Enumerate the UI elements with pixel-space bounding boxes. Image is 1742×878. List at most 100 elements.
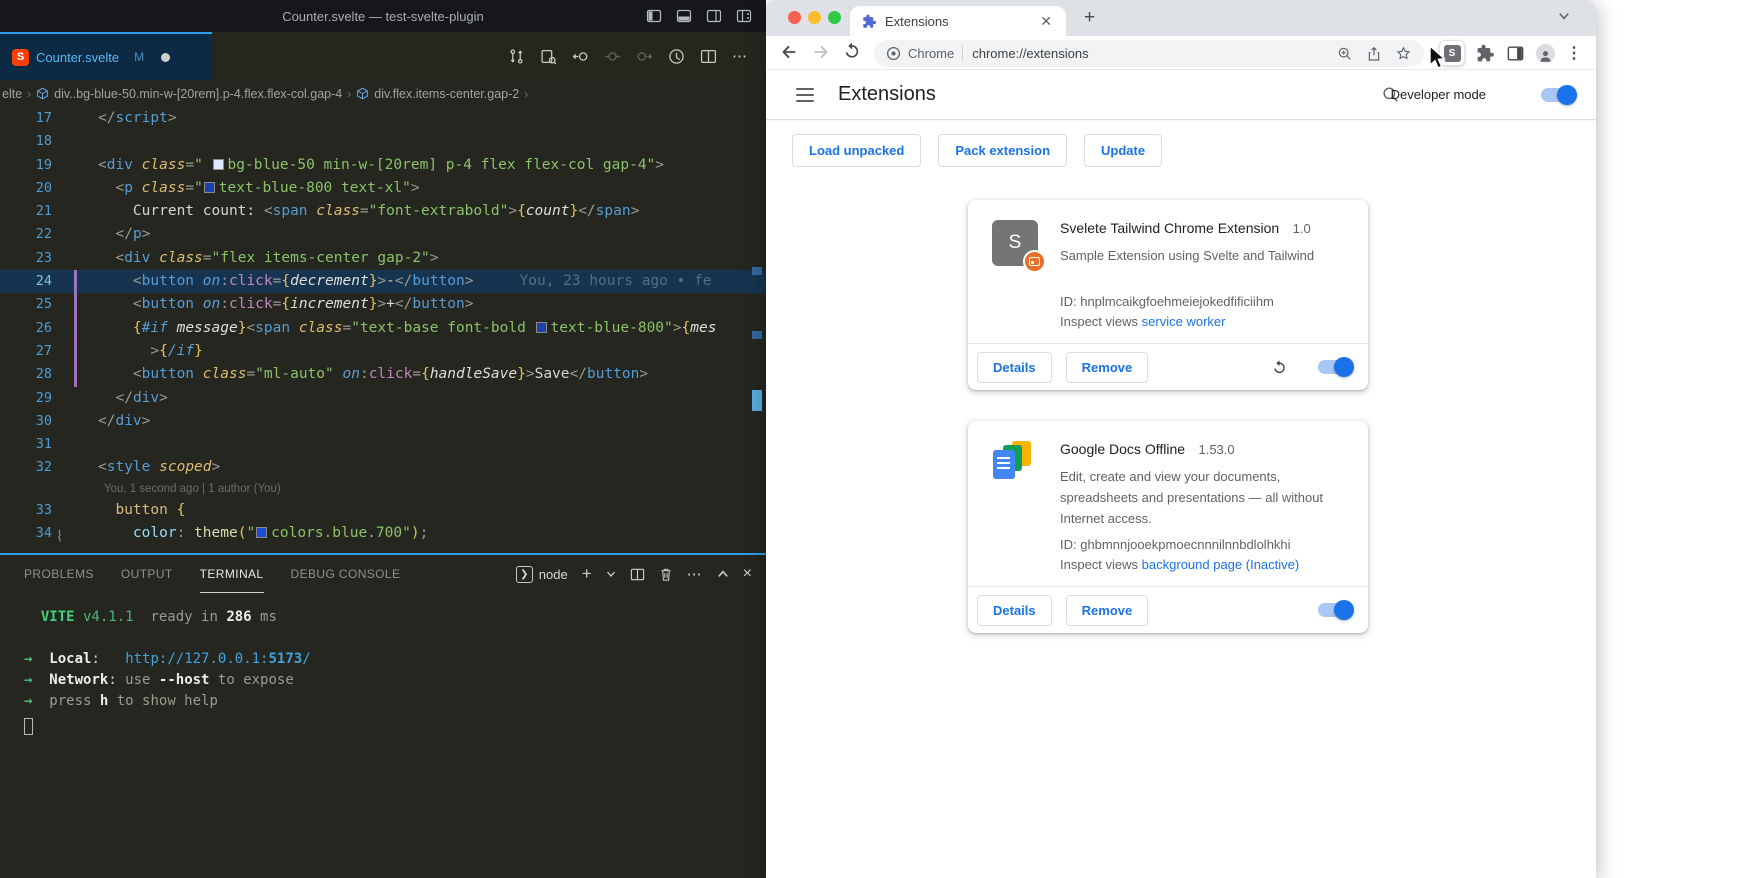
- forward-icon[interactable]: [810, 41, 832, 63]
- panel-tab-problems[interactable]: PROBLEMS: [24, 555, 94, 593]
- code-line-20[interactable]: 20 <p class="text-blue-800 text-xl">: [0, 177, 766, 200]
- terminal-shell-selector[interactable]: ❯ node: [516, 566, 568, 583]
- breadcrumb-separator: ›: [524, 87, 528, 101]
- more-actions-icon[interactable]: ⋯: [732, 47, 748, 65]
- tab-close-icon[interactable]: ✕: [1036, 13, 1056, 30]
- code-line-18[interactable]: 18: [0, 130, 766, 153]
- side-panel-icon[interactable]: [1506, 44, 1525, 63]
- new-tab-icon[interactable]: +: [1084, 7, 1095, 29]
- back-icon[interactable]: [778, 41, 800, 63]
- bookmark-star-icon[interactable]: [1395, 45, 1412, 62]
- split-editor-icon[interactable]: [700, 48, 717, 65]
- pack-extension-button[interactable]: Pack extension: [938, 134, 1067, 167]
- code-line-30[interactable]: 30</div>: [0, 410, 766, 433]
- svelte-file-icon: S: [12, 49, 29, 66]
- page-title: Extensions: [838, 83, 936, 106]
- remove-button[interactable]: Remove: [1066, 595, 1149, 626]
- code-line-25[interactable]: 25 <button on:click={increment}>+</butto…: [0, 293, 766, 316]
- code-text: </div>: [52, 387, 168, 410]
- extension-enabled-toggle[interactable]: [1318, 360, 1352, 374]
- terminal-line: → press h to show help: [24, 691, 766, 712]
- breadcrumb-item[interactable]: div..bg-blue-50.min-w-[20rem].p-4.flex.f…: [54, 87, 342, 101]
- url-text[interactable]: chrome://extensions: [972, 46, 1088, 61]
- run-file-icon[interactable]: [668, 48, 685, 65]
- code-line-33[interactable]: 33 button {: [0, 499, 766, 522]
- vscode-tabbar: S Counter.svelte M ⋯: [0, 32, 766, 80]
- close-panel-icon[interactable]: ×: [743, 565, 752, 583]
- code-line-23[interactable]: 23 <div class="flex items-center gap-2">: [0, 247, 766, 270]
- browser-tab-extensions[interactable]: Extensions ✕: [850, 6, 1066, 36]
- extension-icon-svelte: S: [992, 220, 1038, 266]
- update-button[interactable]: Update: [1084, 134, 1162, 167]
- toggle-secondary-sidebar-icon[interactable]: [706, 8, 722, 24]
- customize-layout-icon[interactable]: [736, 8, 752, 24]
- code-line-19[interactable]: 19<div class=" bg-blue-50 min-w-[20rem] …: [0, 154, 766, 177]
- split-terminal-icon[interactable]: [630, 567, 645, 582]
- line-number: 24: [0, 270, 52, 293]
- panel-tab-debug-console[interactable]: DEBUG CONSOLE: [291, 555, 401, 593]
- panel-tab-terminal[interactable]: TERMINAL: [200, 555, 264, 593]
- macos-zoom-button[interactable]: [828, 11, 841, 24]
- current-change-icon[interactable]: [604, 48, 621, 65]
- code-line-22[interactable]: 22 </p>: [0, 223, 766, 246]
- line-number: 34: [0, 522, 52, 545]
- unsaved-dot-icon[interactable]: [161, 53, 170, 62]
- extension-enabled-toggle[interactable]: [1318, 603, 1352, 617]
- extension-name: Google Docs Offline: [1060, 441, 1185, 457]
- profile-avatar[interactable]: [1536, 44, 1555, 63]
- code-editor[interactable]: 17</script>1819<div class=" bg-blue-50 m…: [0, 107, 766, 553]
- terminal-dropdown-icon[interactable]: [606, 569, 616, 579]
- extensions-puzzle-icon[interactable]: [1476, 44, 1495, 63]
- breadcrumb-item[interactable]: div.flex.items-center.gap-2: [374, 87, 519, 101]
- open-preview-icon[interactable]: [540, 48, 557, 65]
- code-line-31[interactable]: 31: [0, 433, 766, 456]
- share-icon[interactable]: [1366, 46, 1382, 62]
- developer-mode-toggle[interactable]: [1541, 88, 1575, 102]
- tab-search-chevron-icon[interactable]: [1558, 10, 1570, 22]
- load-unpacked-button[interactable]: Load unpacked: [792, 134, 921, 167]
- zoom-icon[interactable]: [1337, 46, 1353, 62]
- site-info-icon[interactable]: [886, 46, 901, 61]
- remove-button[interactable]: Remove: [1066, 352, 1149, 383]
- tab-label: Counter.svelte: [36, 50, 119, 65]
- maximize-panel-icon[interactable]: [717, 568, 729, 580]
- toggle-panel-icon[interactable]: [676, 8, 692, 24]
- scrollbar-decoration[interactable]: [752, 390, 762, 411]
- code-line-21[interactable]: 21 Current count: <span class="font-extr…: [0, 200, 766, 223]
- code-line-27[interactable]: 27 >{/if}: [0, 340, 766, 363]
- git-lens-annotation[interactable]: You, 1 second ago | 1 author (You): [0, 480, 766, 499]
- code-line-28[interactable]: 28 <button class="ml-auto" on:click={han…: [0, 363, 766, 386]
- toggle-sidebar-icon[interactable]: [646, 8, 662, 24]
- service-worker-link[interactable]: service worker: [1142, 314, 1226, 329]
- code-line-26[interactable]: 26 {#if message}<span class="text-base f…: [0, 317, 766, 340]
- background-page-link[interactable]: background page (Inactive): [1142, 557, 1300, 572]
- panel-tab-output[interactable]: OUTPUT: [121, 555, 173, 593]
- code-line-17[interactable]: 17</script>: [0, 107, 766, 130]
- macos-minimize-button[interactable]: [808, 11, 821, 24]
- menu-hamburger-icon[interactable]: [796, 88, 814, 102]
- new-terminal-icon[interactable]: +: [582, 564, 592, 584]
- vscode-titlebar: Counter.svelte — test-svelte-plugin: [0, 0, 766, 32]
- reload-extension-icon[interactable]: [1271, 359, 1288, 376]
- terminal-body[interactable]: VITE v4.1.1 ready in 286 ms→ Local: http…: [0, 593, 766, 735]
- omnibox[interactable]: Chrome chrome://extensions: [874, 40, 1424, 67]
- git-modified-gutter-bar: [74, 340, 77, 363]
- code-line-29[interactable]: 29 </div>: [0, 387, 766, 410]
- compare-changes-icon[interactable]: [508, 48, 525, 65]
- macos-close-button[interactable]: [788, 11, 801, 24]
- code-line-34[interactable]: 34 color: theme("colors.blue.700");: [0, 522, 766, 545]
- code-line-32[interactable]: 32<style scoped>: [0, 456, 766, 479]
- details-button[interactable]: Details: [977, 595, 1052, 626]
- details-button[interactable]: Details: [977, 352, 1052, 383]
- code-text: <button class="ml-auto" on:click={handle…: [52, 363, 648, 386]
- reload-icon[interactable]: [842, 41, 862, 61]
- kill-terminal-icon[interactable]: [659, 567, 673, 582]
- panel-more-icon[interactable]: ⋯: [687, 565, 703, 583]
- next-change-icon[interactable]: [636, 48, 653, 65]
- terminal-line: → Local: http://127.0.0.1:5173/: [24, 649, 766, 670]
- breadcrumb-item[interactable]: elte: [2, 87, 22, 101]
- previous-change-icon[interactable]: [572, 48, 589, 65]
- editor-tab-counter-svelte[interactable]: S Counter.svelte M: [0, 32, 212, 80]
- browser-menu-icon[interactable]: ⋮: [1566, 43, 1582, 63]
- code-line-24[interactable]: 24 <button on:click={decrement}>-</butto…: [0, 270, 766, 293]
